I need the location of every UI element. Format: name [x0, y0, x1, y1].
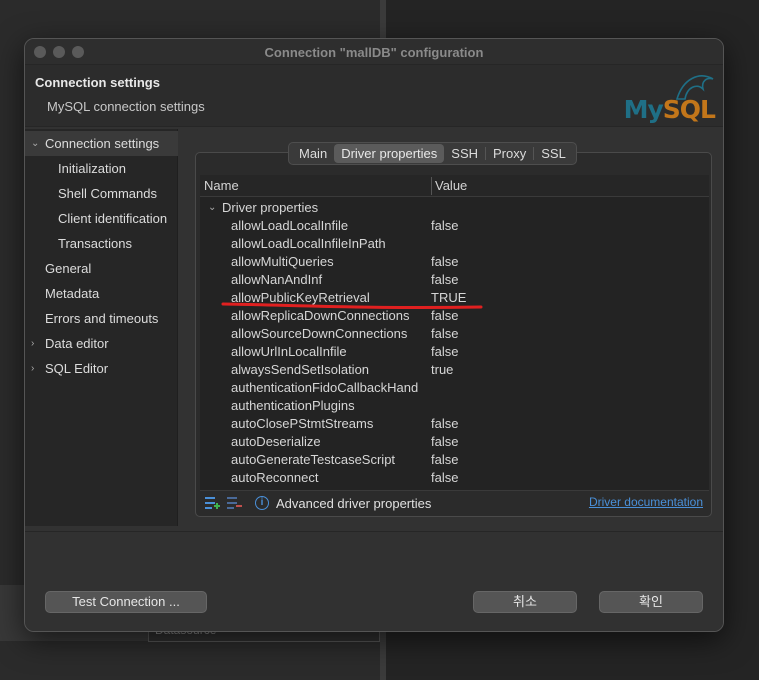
table-row[interactable]: allowLoadLocalInfile false [200, 217, 709, 235]
sidebar-item-transactions[interactable]: Transactions [25, 231, 178, 256]
property-value[interactable]: false [431, 253, 458, 271]
remove-property-icon[interactable] [227, 496, 243, 510]
sidebar-item-label: Metadata [45, 286, 100, 301]
table-row[interactable]: autoClosePStmtStreams false [200, 415, 709, 433]
annotation-underline [221, 302, 483, 310]
property-name: allowLoadLocalInfileInPath [231, 236, 386, 251]
property-name: autoDeserialize [231, 434, 321, 449]
property-value[interactable]: false [431, 433, 458, 451]
property-value[interactable]: false [431, 415, 458, 433]
property-name: alwaysSendSetIsolation [231, 362, 370, 377]
group-label: Driver properties [222, 200, 319, 215]
sidebar-item-shell-commands[interactable]: Shell Commands [25, 181, 178, 206]
sidebar-item-general[interactable]: General [25, 256, 178, 281]
chevron-right-icon: › [31, 338, 35, 349]
connection-config-dialog: Connection "mallDB" configuration Connec… [24, 38, 724, 632]
property-name: autoReconnect [231, 470, 319, 485]
property-name: autoClosePStmtStreams [231, 416, 374, 431]
property-value[interactable]: false [431, 451, 458, 469]
test-connection-button[interactable]: Test Connection ... [45, 591, 207, 613]
table-row[interactable]: allowNanAndInf false [200, 271, 709, 289]
properties-table: Name Value ⌄ Driver properties allowLoad… [200, 175, 709, 490]
property-name: allowMultiQueries [231, 254, 334, 269]
table-row[interactable]: autoDeserialize false [200, 433, 709, 451]
table-row[interactable]: allowSourceDownConnections false [200, 325, 709, 343]
driver-documentation-link[interactable]: Driver documentation [589, 495, 703, 509]
logo-text-my: My [623, 95, 664, 124]
ok-button[interactable]: 확인 [599, 591, 703, 613]
property-name: allowLoadLocalInfile [231, 218, 349, 233]
table-row[interactable]: allowMultiQueries false [200, 253, 709, 271]
header-subtitle: MySQL connection settings [47, 99, 205, 114]
table-row[interactable]: allowUrlInLocalInfile false [200, 343, 709, 361]
info-icon: i [255, 496, 269, 510]
sidebar-item-label: Errors and timeouts [45, 311, 159, 326]
chevron-down-icon: ⌄ [31, 138, 40, 149]
table-row[interactable]: autoReconnect false [200, 469, 709, 487]
property-name: autoGenerateTestcaseScript [231, 452, 396, 467]
table-row[interactable]: autoGenerateTestcaseScript false [200, 451, 709, 469]
table-row[interactable]: authenticationFidoCallbackHand [200, 379, 709, 397]
property-name: allowSourceDownConnections [231, 326, 408, 341]
property-name: allowUrlInLocalInfile [231, 344, 347, 359]
table-footer-bar: i Advanced driver properties Driver docu… [200, 490, 709, 514]
sidebar-item-sql-editor[interactable]: › SQL Editor [25, 356, 178, 381]
property-value[interactable]: true [431, 361, 453, 379]
tab-ssh[interactable]: SSH [444, 144, 485, 163]
cancel-button[interactable]: 취소 [473, 591, 577, 613]
property-value[interactable]: false [431, 343, 458, 361]
tab-ssl[interactable]: SSL [534, 144, 573, 163]
table-row[interactable]: allowLoadLocalInfileInPath [200, 235, 709, 253]
sidebar-item-initialization[interactable]: Initialization [25, 156, 178, 181]
table-header: Name Value [200, 175, 709, 197]
sidebar-item-label: SQL Editor [45, 361, 109, 376]
sidebar-item-metadata[interactable]: Metadata [25, 281, 178, 306]
title-bar: Connection "mallDB" configuration [25, 39, 723, 65]
column-header-value[interactable]: Value [435, 178, 467, 193]
dolphin-icon [675, 75, 714, 100]
property-value[interactable]: false [431, 469, 458, 487]
table-row[interactable]: authenticationPlugins [200, 397, 709, 415]
table-row[interactable]: alwaysSendSetIsolation true [200, 361, 709, 379]
property-value[interactable]: false [431, 271, 458, 289]
property-name: authenticationPlugins [231, 398, 355, 413]
sidebar-item-connection-settings[interactable]: ⌄ Connection settings [25, 131, 178, 156]
add-property-icon[interactable] [205, 496, 221, 510]
group-row-driver-properties[interactable]: ⌄ Driver properties [200, 199, 709, 217]
column-header-name[interactable]: Name [204, 178, 239, 193]
property-value[interactable]: false [431, 325, 458, 343]
sidebar-item-errors-and-timeouts[interactable]: Errors and timeouts [25, 306, 178, 331]
sidebar-item-label: Transactions [58, 236, 132, 251]
property-name: authenticationFidoCallbackHand [231, 380, 419, 395]
chevron-right-icon: › [31, 363, 35, 374]
sidebar-item-client-identification[interactable]: Client identification [25, 206, 178, 231]
tab-driver-properties[interactable]: Driver properties [334, 144, 445, 163]
tab-bar: Main Driver properties SSH Proxy SSL [288, 142, 577, 165]
advanced-driver-properties-label[interactable]: Advanced driver properties [276, 496, 431, 511]
tab-main[interactable]: Main [292, 144, 334, 163]
dialog-header: Connection settings MySQL connection set… [25, 65, 723, 127]
settings-sidebar: ⌄ Connection settings Initialization She… [25, 129, 178, 526]
property-name: allowNanAndInf [231, 272, 323, 287]
dialog-button-area: Test Connection ... 취소 확인 [25, 531, 723, 631]
sidebar-item-label: Shell Commands [58, 186, 157, 201]
window-title: Connection "mallDB" configuration [264, 45, 484, 60]
chevron-down-icon: ⌄ [208, 202, 217, 213]
column-divider[interactable] [431, 177, 432, 195]
header-title: Connection settings [35, 75, 160, 90]
sidebar-item-label: Initialization [58, 161, 126, 176]
tab-proxy[interactable]: Proxy [486, 144, 533, 163]
sidebar-item-label: General [45, 261, 92, 276]
sidebar-item-label: Data editor [45, 336, 109, 351]
property-value[interactable]: false [431, 217, 458, 235]
sidebar-item-label: Client identification [58, 211, 168, 226]
sidebar-item-label: Connection settings [45, 136, 160, 151]
sidebar-item-data-editor[interactable]: › Data editor [25, 331, 178, 356]
